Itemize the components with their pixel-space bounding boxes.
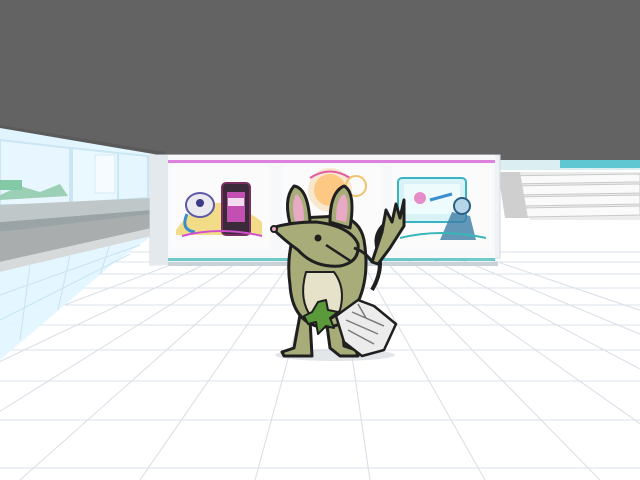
poster-phone-creature xyxy=(170,165,270,250)
poster-laptop-robot xyxy=(392,165,492,250)
scene-canvas xyxy=(0,0,640,480)
creature-eye xyxy=(314,234,322,242)
right-bleachers xyxy=(498,160,640,220)
game-viewport[interactable] xyxy=(0,0,640,480)
ceiling xyxy=(0,0,640,162)
creature-nose xyxy=(270,225,278,233)
